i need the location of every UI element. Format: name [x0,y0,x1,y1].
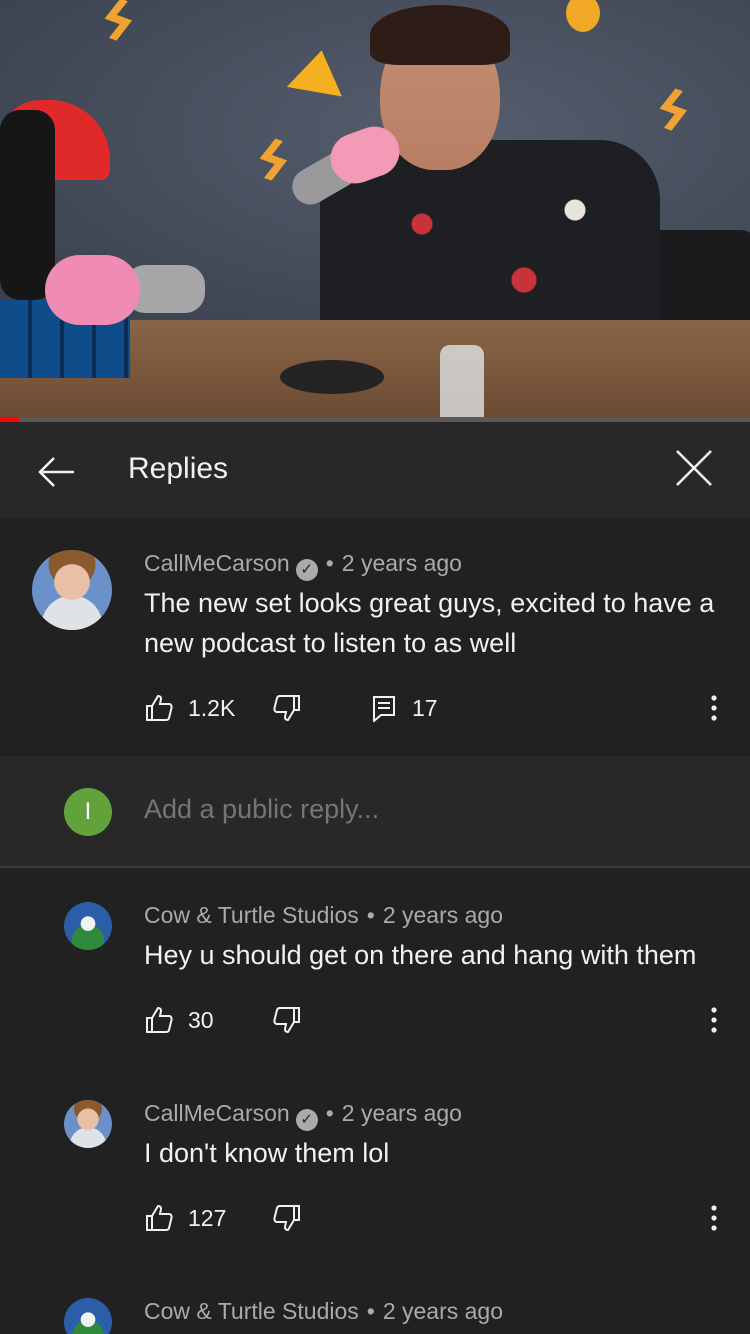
avatar[interactable] [64,1100,112,1148]
comment-author[interactable]: CallMeCarson [144,1100,290,1126]
dislike-button[interactable] [272,688,302,728]
comment-actions: 30 [144,1000,724,1040]
thumbs-up-icon [146,1006,173,1033]
like-button[interactable]: 1.2K [144,688,235,728]
comment-time: 2 years ago [341,1100,462,1126]
water-bottle [440,345,484,420]
more-vert-icon [711,1205,717,1231]
reply-input[interactable] [144,794,704,825]
comment-text: I don't know them lol [144,1138,390,1168]
comment-meta: CallMeCarson ✓ • 2 years ago [144,550,462,581]
thumbs-up-icon [146,1204,173,1231]
thumbs-down-icon [273,695,300,722]
reply-composer: I [0,756,750,868]
avatar[interactable] [64,902,112,950]
avatar-image [32,550,112,630]
more-options-button[interactable] [702,688,726,728]
avatar-image [64,902,112,950]
comment-text: Hey u should get on there and hang with … [144,940,697,970]
more-vert-icon [711,1007,717,1033]
comment-icon [373,696,395,722]
back-button[interactable] [32,448,80,496]
like-count: 127 [188,1204,227,1231]
mic-stand [280,360,384,394]
comment-time: 2 years ago [382,902,504,928]
page-title: Replies [128,452,229,485]
microphone-windscreen [45,255,140,325]
current-user-avatar[interactable]: I [64,788,112,836]
guest-headphones [0,110,55,300]
comment-actions: 1.2K 17 [144,688,724,728]
separator-dot: • [325,550,334,576]
host-hair [370,5,510,65]
like-button[interactable]: 127 [144,1198,226,1238]
like-button[interactable]: 30 [144,1000,214,1040]
comment-meta: Cow & Turtle Studios • 2 years ago [144,1298,503,1325]
separator-dot: • [366,1298,375,1324]
verified-check-icon: ✓ [295,559,318,581]
separator-dot: • [366,902,375,928]
more-vert-icon [711,695,717,721]
avatar[interactable] [64,1298,112,1334]
thumbs-up-icon [146,694,173,721]
parent-comment: CallMeCarson ✓ • 2 years ago The new set lo… [0,518,750,756]
thumbs-down-icon [273,1007,300,1034]
comment-meta: Cow & Turtle Studios • 2 years ago [144,902,503,929]
verified-check-icon: ✓ [295,1109,318,1131]
reply-count: 17 [412,694,438,721]
like-count: 30 [188,1006,214,1033]
comment-text: The new set looks great guys, excited to… [144,588,715,658]
video-player[interactable]: ϟ ϟ ϟ [0,0,750,420]
replies-button[interactable]: 17 [370,688,438,728]
avatar-image [64,1298,112,1334]
separator-dot: • [325,1100,334,1126]
replies-header: Replies [0,422,750,518]
arrow-left-icon [38,457,74,487]
comment-actions: 127 [144,1198,724,1238]
dislike-button[interactable] [272,1000,302,1040]
comment-author[interactable]: Cow & Turtle Studios [144,902,359,928]
more-options-button[interactable] [702,1198,726,1238]
dislike-button[interactable] [272,1198,302,1238]
comment-author[interactable]: CallMeCarson [144,550,290,576]
comment-time: 2 years ago [341,550,462,576]
close-icon [676,450,712,486]
avatar[interactable] [32,550,112,630]
like-count: 1.2K [188,694,236,721]
comment-author[interactable]: Cow & Turtle Studios [144,1298,359,1324]
avatar-image [64,1100,112,1148]
comment-meta: CallMeCarson ✓ • 2 years ago [144,1100,462,1131]
more-options-button[interactable] [702,1000,726,1040]
close-button[interactable] [670,444,718,492]
comment-time: 2 years ago [382,1298,504,1324]
thumbs-down-icon [273,1205,300,1232]
